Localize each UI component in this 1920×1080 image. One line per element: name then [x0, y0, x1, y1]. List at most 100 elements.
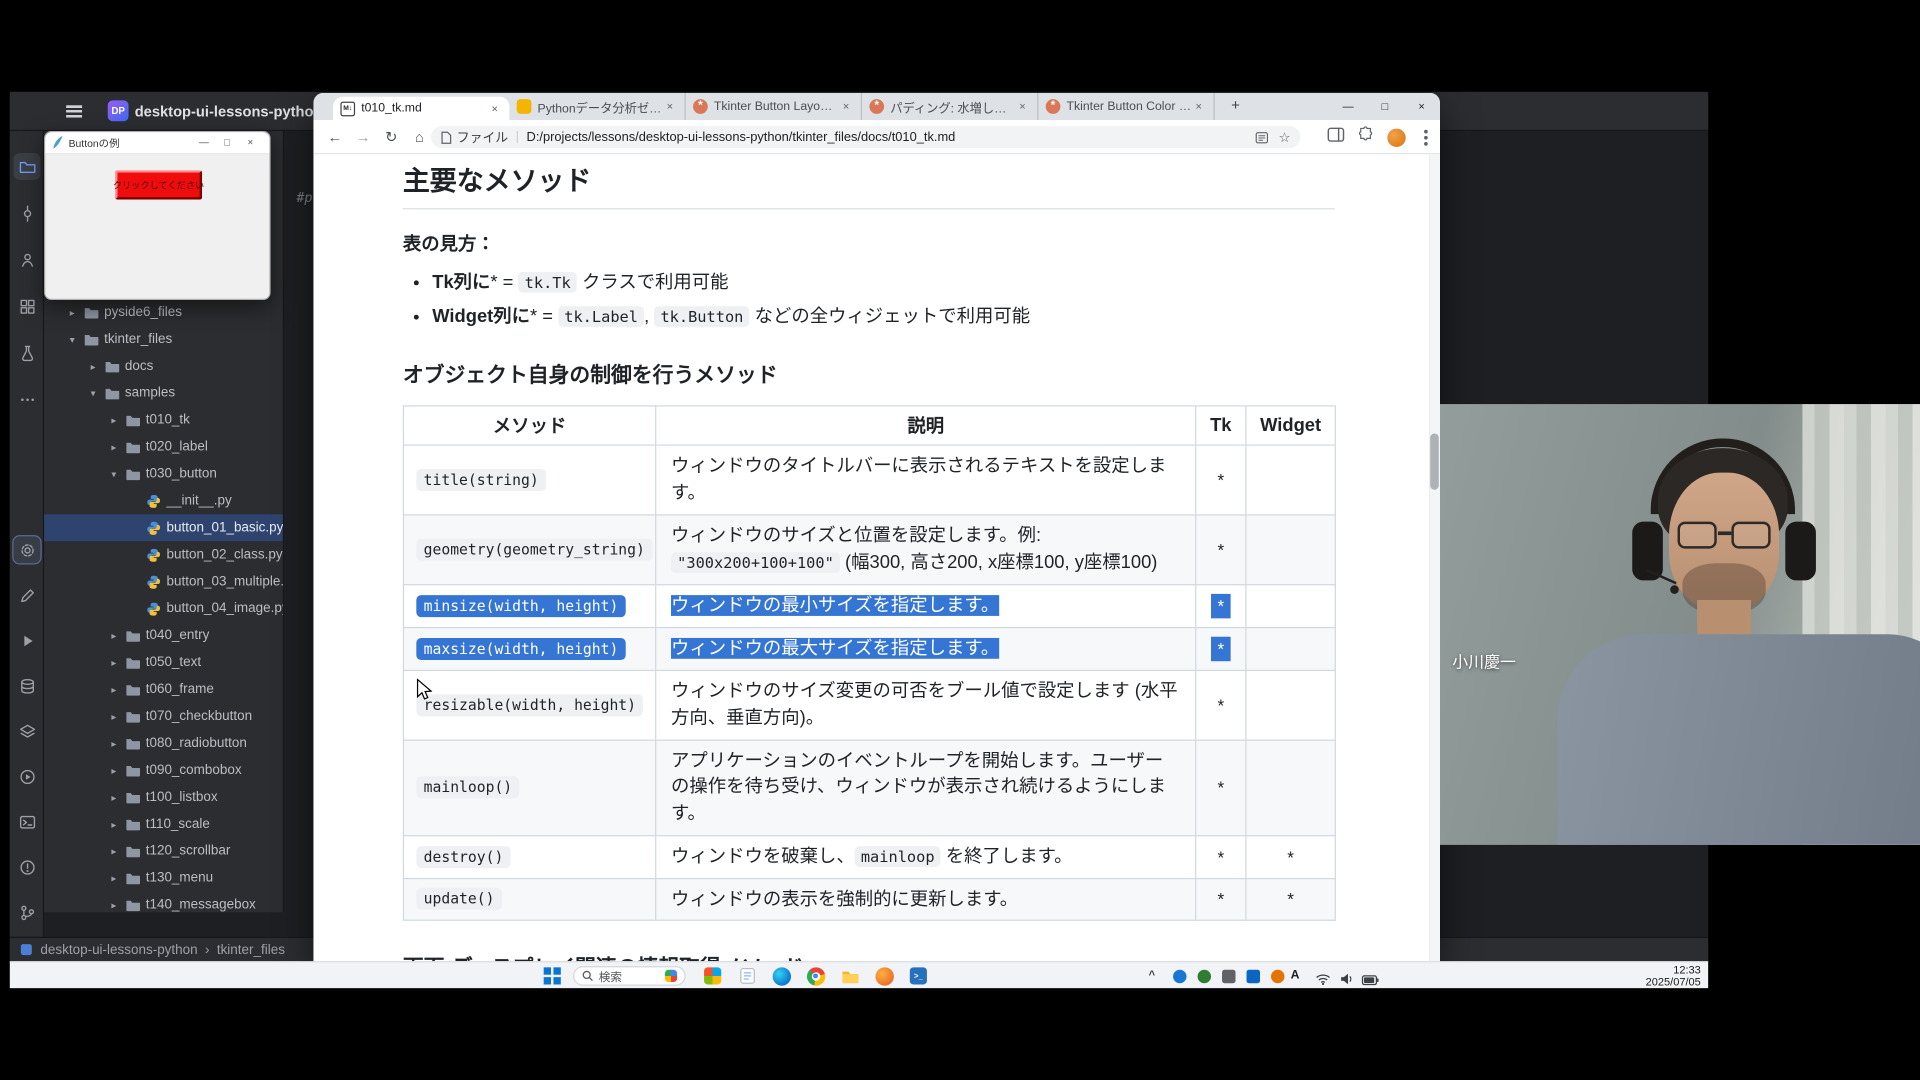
- commit-tool-icon[interactable]: [13, 200, 40, 227]
- tk-maximize-button[interactable]: □: [216, 137, 239, 148]
- tree-chevron-icon[interactable]: ▸: [105, 630, 122, 641]
- start-button[interactable]: [544, 967, 561, 984]
- browser-tab-5[interactable]: *Tkinter Button Color Padding×: [1038, 93, 1214, 120]
- tree-item-button_02_class.py[interactable]: button_02_class.py: [44, 541, 283, 568]
- app-orange-icon[interactable]: [874, 966, 894, 986]
- tree-item-t030_button[interactable]: ▾t030_button: [44, 460, 283, 487]
- profile-avatar[interactable]: [1387, 128, 1405, 146]
- terminal-app-icon[interactable]: >_: [909, 966, 929, 986]
- tree-item-docs[interactable]: ▸docs: [44, 353, 283, 380]
- chrome-icon[interactable]: [806, 966, 826, 986]
- settings-gear-icon[interactable]: [13, 536, 40, 563]
- tree-chevron-icon[interactable]: ▸: [105, 792, 122, 803]
- tray-icon-2[interactable]: [1198, 970, 1211, 983]
- tree-chevron-icon[interactable]: ▸: [105, 657, 122, 668]
- tree-chevron-icon[interactable]: ▸: [105, 765, 122, 776]
- tree-chevron-icon[interactable]: ▸: [84, 361, 101, 372]
- tree-item-pyside6_files[interactable]: ▸pyside6_files: [44, 299, 283, 326]
- tray-icon-5[interactable]: [1271, 970, 1284, 983]
- project-tool-icon[interactable]: [13, 153, 40, 180]
- home-button[interactable]: ⌂: [405, 128, 433, 145]
- tk-minimize-button[interactable]: —: [192, 137, 215, 148]
- tree-chevron-icon[interactable]: ▸: [105, 684, 122, 695]
- tray-icon-1[interactable]: [1173, 970, 1186, 983]
- project-selector[interactable]: desktop-ui-lessons-python: [135, 103, 323, 120]
- tree-chevron-icon[interactable]: ▸: [105, 819, 122, 830]
- database-icon[interactable]: [13, 672, 40, 699]
- tree-item-tkinter_files[interactable]: ▾tkinter_files: [44, 326, 283, 353]
- tree-item-t050_text[interactable]: ▸t050_text: [44, 649, 283, 676]
- tree-chevron-icon[interactable]: ▾: [84, 388, 101, 399]
- hidden-icons-chevron[interactable]: ^: [1149, 969, 1155, 981]
- tree-item-t120_scrollbar[interactable]: ▸t120_scrollbar: [44, 838, 283, 865]
- taskbar-search[interactable]: 検索: [573, 966, 686, 986]
- edge-icon[interactable]: [771, 966, 791, 986]
- side-panel-icon[interactable]: [1327, 126, 1344, 148]
- scrollbar-thumb[interactable]: [1430, 433, 1439, 489]
- main-menu-icon[interactable]: [66, 105, 82, 117]
- tk-red-button[interactable]: クリックしてください: [115, 170, 202, 199]
- file-explorer-icon[interactable]: [840, 966, 860, 986]
- tree-item-t130_menu[interactable]: ▸t130_menu: [44, 864, 283, 891]
- tree-chevron-icon[interactable]: ▸: [105, 899, 122, 910]
- taskbar-clock[interactable]: 12:33 2025/07/05: [1646, 965, 1701, 988]
- extensions-puzzle-icon[interactable]: [1358, 126, 1374, 148]
- browser-tab-4[interactable]: *パディング: 水増しの語源 - Claude×: [862, 93, 1038, 120]
- tree-item-t080_radiobutton[interactable]: ▸t080_radiobutton: [44, 730, 283, 757]
- tray-icon-4[interactable]: [1247, 970, 1260, 983]
- tab-close-icon[interactable]: ×: [662, 100, 677, 112]
- breadcrumb-module[interactable]: tkinter_files: [217, 942, 285, 957]
- reader-mode-icon[interactable]: [1255, 130, 1268, 143]
- tree-chevron-icon[interactable]: ▸: [64, 307, 81, 318]
- tree-chevron-icon[interactable]: ▸: [105, 738, 122, 749]
- maximize-button[interactable]: □: [1367, 93, 1404, 120]
- tab-close-icon[interactable]: ×: [487, 102, 502, 114]
- tkinter-window[interactable]: Buttonの例 — □ × クリックしてください: [44, 131, 271, 300]
- tab-close-icon[interactable]: ×: [839, 100, 854, 112]
- tree-item-t100_listbox[interactable]: ▸t100_listbox: [44, 784, 283, 811]
- minimize-button[interactable]: —: [1330, 93, 1367, 120]
- pull-requests-icon[interactable]: [13, 246, 40, 273]
- tk-close-button[interactable]: ×: [239, 137, 262, 148]
- tree-chevron-icon[interactable]: ▸: [105, 846, 122, 857]
- browser-tab-2[interactable]: Pythonデータ分析ゼミ「デスクトップ×: [509, 93, 685, 120]
- more-tools-icon[interactable]: [13, 386, 40, 413]
- battery-icon[interactable]: [1362, 970, 1379, 992]
- run-icon[interactable]: [13, 627, 40, 654]
- breadcrumb-project[interactable]: desktop-ui-lessons-python: [40, 942, 197, 957]
- packages-icon[interactable]: [13, 293, 40, 320]
- tree-item-t090_combobox[interactable]: ▸t090_combobox: [44, 757, 283, 784]
- volume-icon[interactable]: [1340, 970, 1355, 992]
- address-bar[interactable]: ファイル D:/projects/lessons/desktop-ui-less…: [431, 126, 1300, 148]
- app-colorful-icon[interactable]: [703, 966, 723, 986]
- browser-menu-icon[interactable]: [1424, 135, 1428, 139]
- tree-chevron-icon[interactable]: ▸: [105, 441, 122, 452]
- new-tab-button[interactable]: +: [1224, 96, 1246, 118]
- tree-item-t020_label[interactable]: ▸t020_label: [44, 433, 283, 460]
- terminal-icon[interactable]: [13, 808, 40, 835]
- browser-tab-3[interactable]: *Tkinter Button Layout in Pytho×: [686, 93, 862, 120]
- tree-chevron-icon[interactable]: ▾: [105, 468, 122, 479]
- tree-chevron-icon[interactable]: ▾: [64, 334, 81, 345]
- close-button[interactable]: ×: [1403, 93, 1440, 120]
- tree-item-t110_scale[interactable]: ▸t110_scale: [44, 811, 283, 838]
- tree-item-t140_messagebox[interactable]: ▸t140_messagebox: [44, 891, 283, 912]
- tree-item-button_03_multiple.py[interactable]: button_03_multiple.py: [44, 568, 283, 595]
- tree-chevron-icon[interactable]: ▸: [105, 872, 122, 883]
- tree-item-button_01_basic.py[interactable]: button_01_basic.py: [44, 514, 283, 541]
- app-notepad-icon[interactable]: [737, 966, 757, 986]
- problems-icon[interactable]: [13, 853, 40, 880]
- tree-item-samples[interactable]: ▾samples: [44, 380, 283, 407]
- tray-icon-3[interactable]: [1222, 970, 1235, 983]
- tree-item-__init__.py[interactable]: __init__.py: [44, 487, 283, 514]
- edit-pencil-icon[interactable]: [13, 582, 40, 609]
- reload-button[interactable]: ↻: [377, 128, 405, 145]
- tree-item-t070_checkbutton[interactable]: ▸t070_checkbutton: [44, 703, 283, 730]
- wifi-icon[interactable]: [1315, 970, 1331, 992]
- page-scrollbar[interactable]: [1429, 154, 1440, 961]
- version-control-icon[interactable]: [13, 899, 40, 926]
- bookmark-star-icon[interactable]: ☆: [1279, 129, 1291, 145]
- tk-titlebar[interactable]: Buttonの例 — □ ×: [45, 132, 269, 154]
- back-button[interactable]: ←: [321, 128, 349, 145]
- forward-button[interactable]: →: [349, 128, 377, 145]
